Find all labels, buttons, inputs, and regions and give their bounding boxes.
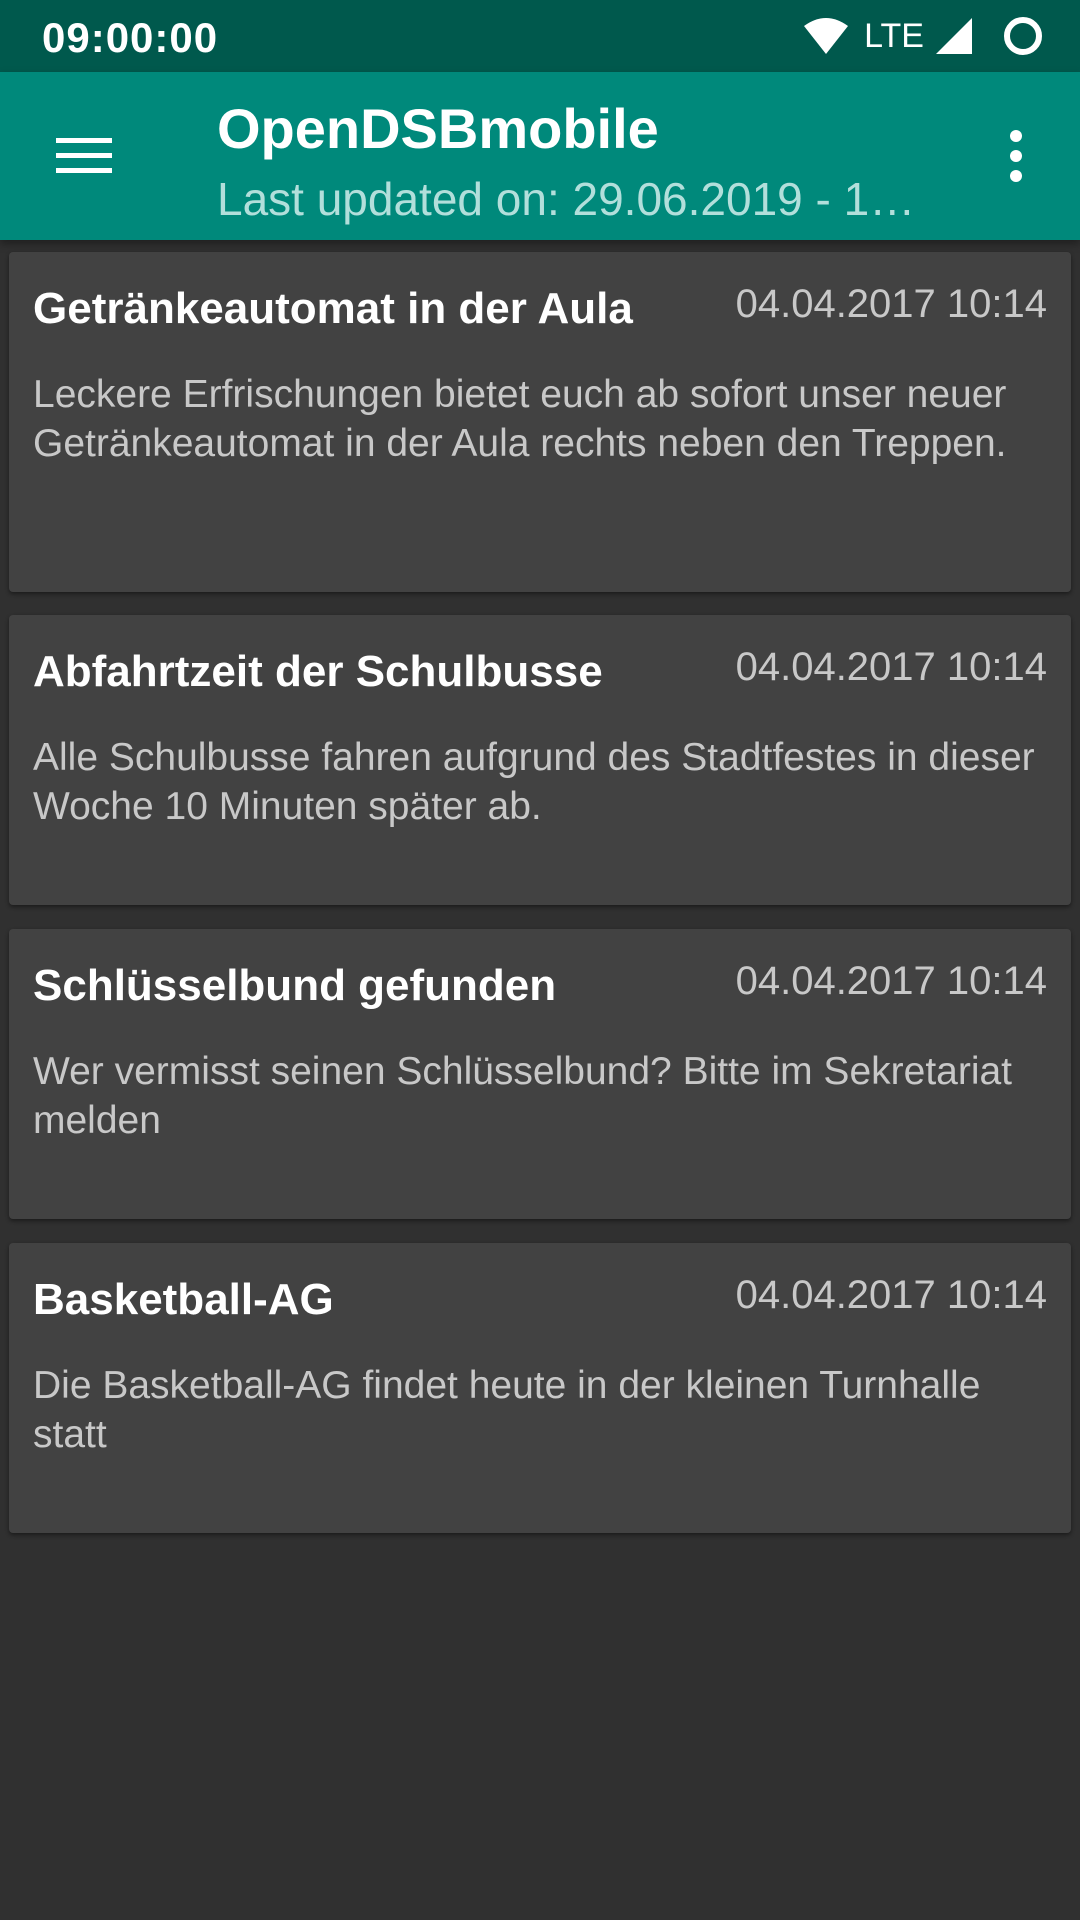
last-updated-subtitle: Last updated on: 29.06.2019 - 1… [217, 173, 916, 225]
news-body: Alle Schulbusse fahren aufgrund des Stad… [33, 736, 1035, 828]
news-date: 04.04.2017 10:14 [735, 282, 1047, 326]
news-card[interactable]: Basketball-AG 04.04.2017 10:14 Die Baske… [9, 1243, 1071, 1533]
screen: 09:00:00 LTE OpenDSBmobile Last updated … [0, 0, 1080, 1920]
menu-button[interactable] [40, 112, 128, 200]
more-vertical-icon [1010, 130, 1022, 182]
app-bar: OpenDSBmobile Last updated on: 29.06.201… [0, 72, 1080, 240]
news-date: 04.04.2017 10:14 [735, 645, 1047, 689]
news-title: Basketball-AG [33, 1275, 334, 1324]
circle-indicator-icon [1002, 15, 1044, 57]
status-time: 09:00:00 [42, 14, 219, 61]
app-title: OpenDSBmobile [217, 97, 659, 160]
status-bar: 09:00:00 LTE [0, 0, 1080, 72]
news-title: Getränkeautomat in der Aula [33, 284, 633, 333]
status-icons: LTE [802, 14, 1044, 58]
hamburger-menu-icon [56, 138, 112, 173]
wifi-icon [802, 16, 850, 56]
news-body: Wer vermisst seinen Schlüsselbund? Bitte… [33, 1050, 1013, 1142]
news-card[interactable]: Abfahrtzeit der Schulbusse 04.04.2017 10… [9, 615, 1071, 905]
news-card[interactable]: Schlüsselbund gefunden 04.04.2017 10:14 … [9, 929, 1071, 1219]
news-title: Schlüsselbund gefunden [33, 961, 557, 1010]
news-date: 04.04.2017 10:14 [735, 1273, 1047, 1317]
network-type-label: LTE [864, 16, 924, 55]
cell-signal-icon [934, 16, 974, 56]
overflow-menu-button[interactable] [976, 112, 1056, 200]
news-date: 04.04.2017 10:14 [735, 959, 1047, 1003]
news-card[interactable]: Getränkeautomat in der Aula 04.04.2017 1… [9, 252, 1071, 592]
news-title: Abfahrtzeit der Schulbusse [33, 647, 603, 696]
news-body: Leckere Erfrischungen bietet euch ab sof… [33, 373, 1007, 465]
news-body: Die Basketball-AG findet heute in der kl… [33, 1364, 981, 1456]
